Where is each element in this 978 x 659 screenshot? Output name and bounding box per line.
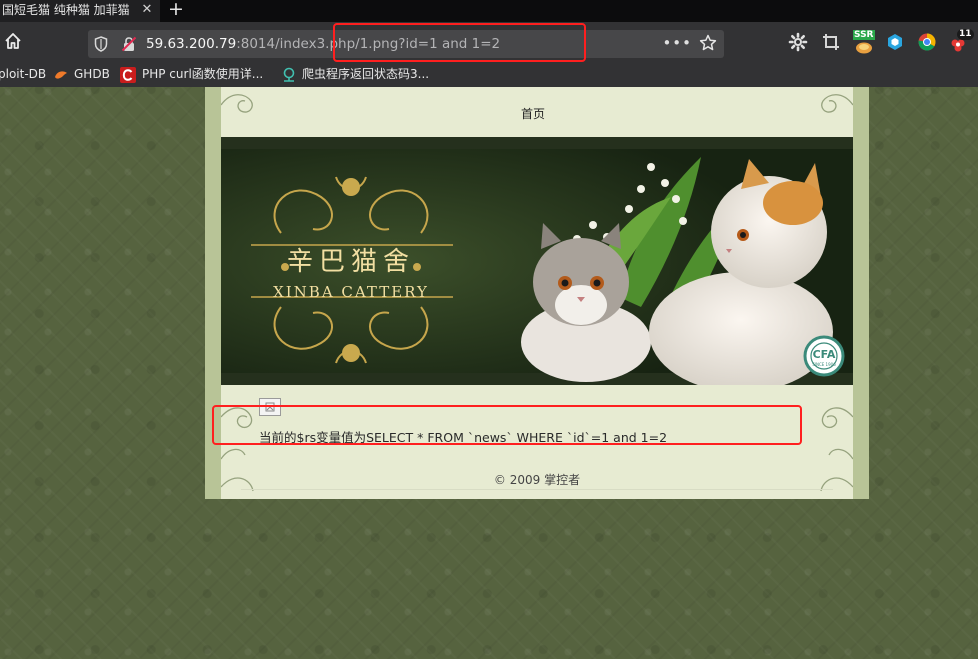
globe-pin-icon: [283, 67, 295, 82]
url-highlight-box: [333, 23, 586, 62]
query-highlight-box: [212, 405, 802, 445]
extension-notifications[interactable]: 11: [948, 29, 974, 55]
close-tab-icon[interactable]: ✕: [138, 0, 156, 20]
crop-icon[interactable]: [821, 32, 841, 52]
cfa-seal-subtitle: SINCE 1906: [812, 362, 836, 367]
page-footer: © 2009 掌控者: [493, 473, 581, 487]
cube-extension-icon[interactable]: [885, 32, 905, 52]
tracking-shield-icon[interactable]: [94, 36, 108, 52]
nav-home-link[interactable]: 首页: [521, 105, 545, 122]
bookmark-exploit-db[interactable]: ploit-DB: [0, 63, 46, 87]
bookmark-php-curl[interactable]: PHP curl函数使用详...: [120, 63, 263, 87]
bookmark-ghdb[interactable]: GHDB: [54, 63, 110, 87]
url-host: 59.63.200.79: [146, 36, 237, 52]
chrome-icon[interactable]: [917, 32, 937, 52]
footer-divider: [241, 489, 833, 490]
bookmark-crawler-status[interactable]: 爬虫程序返回状态码3...: [282, 63, 429, 87]
ssr-label: SSR: [853, 30, 875, 40]
browser-tab[interactable]: 国短毛猫 纯种猫 加菲猫 ✕: [0, 0, 160, 22]
cfa-seal-text: CFA: [812, 348, 836, 361]
notification-count-badge: 11: [957, 29, 974, 40]
banner-title-english: XINBA CATTERY: [273, 283, 429, 301]
new-tab-button[interactable]: +: [168, 0, 184, 20]
tab-strip: 国短毛猫 纯种猫 加菲猫 ✕ +: [0, 0, 978, 22]
cattery-banner: 辛巴猫舍 XINBA CATTERY CFA SINCE 1906: [221, 137, 853, 385]
insecure-lock-icon[interactable]: [121, 36, 137, 52]
paper-plane-icon: [856, 42, 872, 54]
bookmark-star-icon[interactable]: [699, 34, 717, 52]
bookmark-label: GHDB: [74, 67, 110, 81]
ssr-proxy-extension[interactable]: SSR: [853, 30, 875, 54]
bookmarks-toolbar: ploit-DB GHDB PHP curl函数使用详... 爬虫程序返回状态码…: [0, 63, 978, 87]
page-actions-menu-icon[interactable]: •••: [662, 30, 692, 56]
csdn-icon: [120, 66, 136, 83]
settings-gear-icon[interactable]: [788, 32, 808, 52]
bookmark-label: ploit-DB: [0, 67, 47, 81]
home-icon[interactable]: [4, 32, 22, 50]
banner-title-chinese: 辛巴猫舍: [286, 247, 415, 277]
tab-title: 国短毛猫 纯种猫 加菲猫: [2, 3, 130, 17]
bookmark-label: 爬虫程序返回状态码3...: [302, 67, 430, 81]
bookmark-label: PHP curl函数使用详...: [142, 67, 264, 81]
ghdb-icon: [55, 70, 67, 79]
